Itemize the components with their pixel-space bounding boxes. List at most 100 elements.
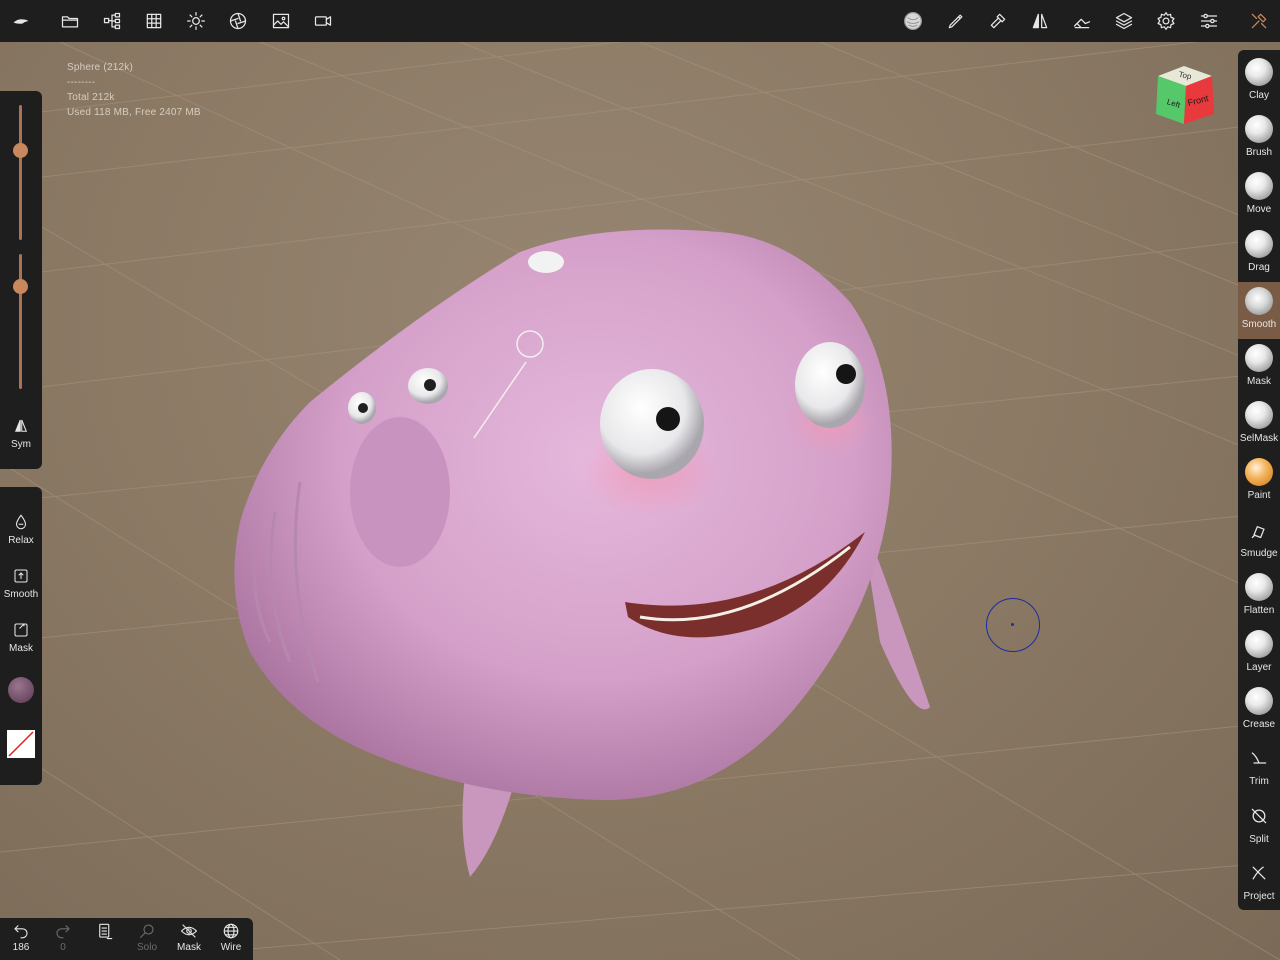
grid-icon[interactable]: [138, 5, 170, 37]
wire-label: Wire: [220, 942, 242, 953]
project-icon: [1245, 859, 1273, 887]
tool-mask[interactable]: Mask: [1238, 339, 1280, 396]
stroke-icon[interactable]: [940, 5, 972, 37]
tool-label: Paint: [1247, 490, 1271, 502]
tool-project[interactable]: Project: [1238, 854, 1280, 911]
sym-label: Sym: [11, 439, 31, 450]
drag-icon: [1245, 229, 1273, 258]
undo-button[interactable]: 186: [0, 922, 42, 953]
painting-icon[interactable]: [1066, 5, 1098, 37]
tool-move[interactable]: Move: [1238, 167, 1280, 224]
light-icon[interactable]: [180, 5, 212, 37]
eye-off-icon: [180, 924, 198, 938]
undo-count: 186: [12, 942, 30, 953]
settings-icon[interactable]: [1150, 5, 1182, 37]
tool-label: Split: [1249, 833, 1269, 845]
radius-slider-knob[interactable]: [13, 142, 28, 158]
image-icon[interactable]: [265, 5, 297, 37]
flatten-icon: [1245, 572, 1273, 601]
sym-toggle[interactable]: Sym: [0, 417, 42, 450]
tool-brush[interactable]: Brush: [1238, 110, 1280, 167]
brush-preview-icon[interactable]: [897, 5, 929, 37]
mask-icon: [1245, 344, 1273, 372]
trim-icon: [1245, 744, 1273, 772]
tool-crease[interactable]: Crease: [1238, 682, 1280, 739]
tool-label: Smudge: [1240, 547, 1278, 559]
left-action-panel: Relax Smooth Mask: [0, 487, 42, 785]
mask-visibility-button[interactable]: Mask: [168, 922, 210, 953]
tool-label: Clay: [1248, 90, 1269, 101]
camera-icon[interactable]: [307, 5, 339, 37]
view-cube[interactable]: Top Left Front: [1150, 62, 1220, 128]
brush-icon: [1245, 115, 1273, 144]
tool-clay[interactable]: Clay: [1238, 53, 1280, 110]
tool-label: Crease: [1242, 719, 1276, 731]
tool-label: Trim: [1249, 776, 1269, 788]
smooth-button[interactable]: Smooth: [0, 567, 42, 600]
tool-flatten[interactable]: Flatten: [1238, 568, 1280, 625]
undo-icon: [14, 925, 28, 939]
radius-slider[interactable]: [19, 105, 22, 240]
color-swatch[interactable]: [7, 730, 35, 758]
tool-smooth[interactable]: Smooth: [1238, 281, 1280, 339]
material-swatch[interactable]: [8, 677, 34, 703]
mask-button[interactable]: Mask: [0, 621, 42, 654]
mesh-stats: Sphere (212k) -------- Total 212k Used 1…: [67, 60, 201, 120]
sliders-icon[interactable]: [1193, 5, 1225, 37]
sculpt-model[interactable]: [0, 42, 1280, 960]
mask-box-icon: [14, 623, 28, 637]
tool-label: Mask: [1247, 376, 1271, 387]
material-icon[interactable]: [222, 5, 254, 37]
tool-trim[interactable]: Trim: [1238, 739, 1280, 796]
intensity-slider[interactable]: [19, 254, 22, 389]
layer-icon: [1245, 630, 1273, 658]
tool-label: Flatten: [1243, 604, 1275, 616]
tool-label: Layer: [1246, 662, 1272, 673]
selmask-icon: [1245, 401, 1273, 430]
mask-visibility-label: Mask: [177, 942, 201, 953]
solo-button[interactable]: Solo: [126, 922, 168, 953]
wire-button[interactable]: Wire: [210, 922, 252, 953]
redo-count: 0: [60, 942, 66, 953]
document-menu-icon: [99, 923, 113, 940]
scene-tree-icon[interactable]: [96, 5, 128, 37]
tool-label: SelMask: [1239, 433, 1279, 445]
crease-icon: [1245, 687, 1273, 716]
tool-layer[interactable]: Layer: [1238, 625, 1280, 682]
viewport-3d[interactable]: [0, 42, 1280, 960]
split-icon: [1245, 802, 1273, 830]
tool-smudge[interactable]: Smudge: [1238, 511, 1280, 568]
redo-button[interactable]: 0: [42, 922, 84, 953]
tool-label: Move: [1246, 204, 1272, 216]
smooth-box-icon: [14, 569, 28, 583]
hammer-icon[interactable]: [982, 5, 1014, 37]
symmetry-icon[interactable]: [1024, 5, 1056, 37]
solo-label: Solo: [136, 942, 157, 953]
top-toolbar: [0, 0, 1280, 42]
memory-usage: Used 118 MB, Free 2407 MB: [67, 107, 201, 118]
intensity-slider-knob[interactable]: [13, 279, 28, 295]
tool-drag[interactable]: Drag: [1238, 225, 1280, 282]
left-slider-panel: Sym: [0, 91, 42, 469]
app-logo-icon[interactable]: [5, 5, 37, 37]
total-count: Total 212k: [67, 92, 115, 103]
tools-icon[interactable]: [1243, 5, 1275, 37]
tool-split[interactable]: Split: [1238, 797, 1280, 854]
relax-label: Relax: [8, 535, 34, 546]
drop-icon: [15, 514, 27, 530]
smudge-icon: [1245, 516, 1273, 544]
tool-label: Project: [1243, 890, 1275, 902]
redo-icon: [56, 925, 70, 939]
menu-button[interactable]: [84, 922, 126, 942]
tool-label: Brush: [1245, 147, 1273, 159]
tool-selmask[interactable]: SelMask: [1238, 396, 1280, 453]
relax-button[interactable]: Relax: [0, 513, 42, 546]
mesh-name: Sphere (212k): [67, 62, 133, 73]
mask-label: Mask: [9, 643, 33, 654]
tool-paint[interactable]: Paint: [1238, 453, 1280, 510]
no-color-icon: [8, 731, 34, 757]
layers-icon[interactable]: [1108, 5, 1140, 37]
folder-icon[interactable]: [54, 5, 86, 37]
brush-cursor: [986, 598, 1040, 652]
search-icon: [140, 924, 154, 938]
